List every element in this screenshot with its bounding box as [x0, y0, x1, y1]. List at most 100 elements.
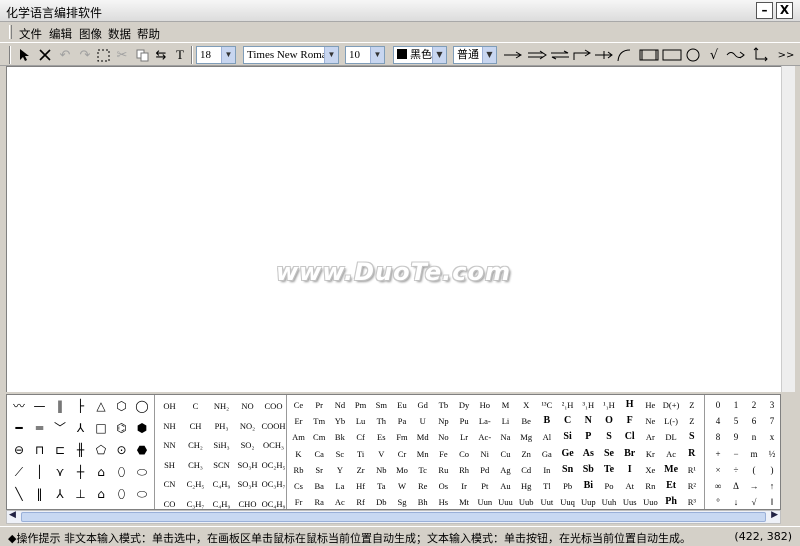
scroll-thumb[interactable] [21, 512, 766, 522]
structure-button[interactable]: ━ [9, 419, 29, 437]
menu-data[interactable]: 数据 [108, 26, 131, 42]
close-button[interactable]: X [776, 2, 793, 19]
structure-button[interactable]: ╲ [9, 485, 29, 503]
element-button[interactable]: Hs [435, 493, 452, 511]
structure-button[interactable]: ⊓ [30, 441, 50, 459]
menu-edit[interactable]: 编辑 [49, 26, 72, 42]
structure-button[interactable]: ├ [71, 397, 91, 415]
palette-horizontal-scrollbar[interactable]: ◀ ▶ [6, 510, 781, 524]
formula-button[interactable]: SO₂ [235, 436, 260, 454]
structure-button[interactable]: ◯ [132, 397, 152, 415]
formula-button[interactable]: C₄H₉ [209, 475, 234, 493]
structure-button[interactable]: ⌂ [91, 485, 111, 503]
structure-button[interactable]: △ [91, 397, 111, 415]
structure-button[interactable]: ‖ [50, 397, 70, 415]
digit-button[interactable]: ‖ [761, 493, 783, 511]
element-button[interactable]: Db [373, 493, 390, 511]
scroll-left-icon[interactable]: ◀ [9, 510, 16, 520]
redo-icon[interactable]: ↷ [76, 46, 94, 64]
element-button[interactable]: Ac [331, 493, 348, 511]
formula-button[interactable]: SH [157, 456, 182, 474]
axis-icon[interactable] [751, 46, 769, 64]
formula-button[interactable]: NH₂ [209, 397, 234, 415]
element-button[interactable]: Rf [352, 493, 369, 511]
menu-image[interactable]: 图像 [79, 26, 102, 42]
element-button[interactable]: Uuh [601, 493, 618, 511]
structure-button[interactable]: ‖ [30, 485, 50, 503]
formula-button[interactable]: C₂H₅ [183, 475, 208, 493]
structure-button[interactable]: ﹀ [50, 419, 70, 437]
equilibrium-arrow-icon[interactable] [549, 46, 571, 64]
bent-arrow-icon[interactable] [571, 46, 593, 64]
formula-button[interactable]: C [183, 397, 208, 415]
canvas-vertical-scrollbar[interactable] [781, 66, 795, 392]
formula-button[interactable]: OCH₃ [261, 436, 286, 454]
formula-button[interactable]: OC₂H₅ [261, 456, 286, 474]
formula-button[interactable]: OC₃H₇ [261, 475, 286, 493]
element-button[interactable]: R³ [683, 493, 700, 511]
structure-button[interactable]: ⊙ [112, 441, 132, 459]
element-button[interactable]: Uut [538, 493, 555, 511]
structure-button[interactable]: 〰 [9, 397, 29, 415]
formula-button[interactable]: SiH₃ [209, 436, 234, 454]
text-tool-button[interactable]: T [171, 46, 189, 64]
crop-icon[interactable]: ✂ [113, 46, 131, 64]
formula-button[interactable]: CN [157, 475, 182, 493]
formula-button[interactable]: COO [261, 397, 286, 415]
delete-icon[interactable] [36, 46, 54, 64]
structure-button[interactable]: ⋎ [50, 463, 70, 481]
formula-button[interactable]: NO₂ [235, 417, 260, 435]
structure-button[interactable]: ⬣ [132, 441, 152, 459]
forked-arrow-icon[interactable] [593, 46, 615, 64]
element-button[interactable]: Fr [290, 493, 307, 511]
font-name-select[interactable]: Times New Roman ▼ [243, 46, 339, 64]
menu-file[interactable]: 文件 [19, 26, 42, 42]
structure-button[interactable]: ⊖ [9, 441, 29, 459]
structure-button[interactable]: ┼ [71, 463, 91, 481]
structure-button[interactable]: ⟋ [9, 463, 29, 481]
formula-button[interactable]: SCN [209, 456, 234, 474]
element-button[interactable]: Uus [621, 493, 638, 511]
structure-button[interactable]: ⬯ [112, 485, 132, 503]
pointer-icon[interactable] [16, 46, 34, 64]
structure-button[interactable]: ⅄ [71, 419, 91, 437]
structure-button[interactable]: ⊥ [71, 485, 91, 503]
font-size-select-1[interactable]: 18 ▼ [196, 46, 236, 64]
formula-button[interactable]: SO₃H [235, 456, 260, 474]
drawing-canvas[interactable] [6, 66, 781, 392]
structure-button[interactable]: ⌬ [112, 419, 132, 437]
double-arrow-icon[interactable] [526, 46, 548, 64]
ellipse-icon[interactable] [684, 46, 702, 64]
structure-button[interactable]: ⊏ [50, 441, 70, 459]
font-size-select-2[interactable]: 10 ▼ [345, 46, 385, 64]
element-button[interactable]: Bh [414, 493, 431, 511]
swap-icon[interactable]: ⇆ [152, 46, 170, 64]
formula-button[interactable]: OH [157, 397, 182, 415]
sqrt-icon[interactable]: √ [705, 46, 723, 64]
element-button[interactable]: Ph [663, 493, 680, 511]
copy-icon[interactable] [133, 46, 151, 64]
structure-button[interactable]: ═ [30, 419, 50, 437]
formula-button[interactable]: CH₂ [183, 436, 208, 454]
scroll-right-icon[interactable]: ▶ [771, 510, 778, 520]
curved-arrow-icon[interactable] [725, 46, 747, 64]
structure-button[interactable]: ⬡ [112, 397, 132, 415]
formula-button[interactable]: SO₃H [235, 475, 260, 493]
select-rect-icon[interactable] [94, 46, 112, 64]
color-select[interactable]: 黑色 ▼ [393, 46, 447, 64]
structure-button[interactable]: □ [91, 419, 111, 437]
element-button[interactable]: Uun [476, 493, 493, 511]
element-button[interactable]: Mt [456, 493, 473, 511]
structure-button[interactable]: ╫ [71, 441, 91, 459]
arc-icon[interactable] [615, 46, 633, 64]
formula-button[interactable]: CH₃ [183, 456, 208, 474]
structure-button[interactable]: ⌂ [91, 463, 111, 481]
formula-button[interactable]: CH [183, 417, 208, 435]
structure-button[interactable]: │ [30, 463, 50, 481]
structure-button[interactable]: ⬭ [132, 485, 152, 503]
formula-button[interactable]: NH [157, 417, 182, 435]
element-button[interactable]: Ra [311, 493, 328, 511]
undo-icon[interactable]: ↶ [56, 46, 74, 64]
structure-button[interactable]: ⬠ [91, 441, 111, 459]
element-button[interactable]: Uuu [497, 493, 514, 511]
